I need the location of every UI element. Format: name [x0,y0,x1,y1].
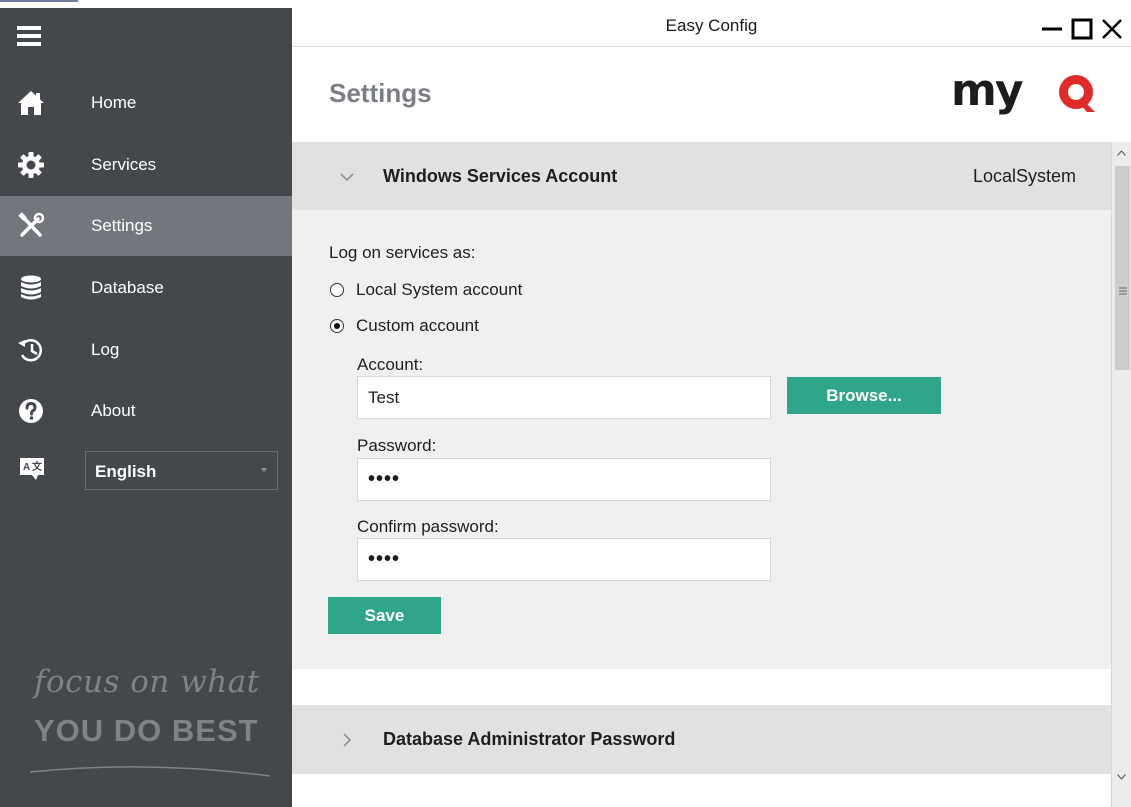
chevron-down-icon [340,173,354,182]
sidebar-item-settings[interactable]: Settings [0,196,292,256]
section-header-database-admin-password[interactable]: Database Administrator Password [292,705,1111,774]
translate-icon: A 文 [20,458,44,480]
language-select[interactable]: English [85,451,278,490]
svg-text:文: 文 [32,460,43,473]
sidebar-item-about[interactable]: About [0,381,292,441]
title-bar: Easy Config [292,0,1131,47]
home-icon [18,91,44,115]
section-header-windows-services-account[interactable]: Windows Services Account LocalSystem [292,142,1111,210]
sidebar-item-label: Log [91,340,120,359]
database-icon [21,275,41,300]
slogan-line-2: YOU DO BEST [34,713,259,748]
sidebar-item-log[interactable]: Log [0,320,292,380]
confirm-password-field[interactable]: •••• [357,538,771,581]
section-divider [292,669,1111,705]
page-title: Settings [329,78,432,108]
sidebar-item-services[interactable]: Services [0,135,292,195]
password-field[interactable]: •••• [357,458,771,501]
language-value: English [95,462,157,481]
sidebar-item-label: Services [91,155,157,174]
sidebar-top-strip [0,0,292,8]
question-icon [19,399,43,423]
sidebar-item-label: Database [91,278,164,297]
window-title: Easy Config [665,16,758,35]
sidebar-item-label: Home [91,93,137,112]
svg-text:A: A [23,462,30,473]
svg-text:my: my [951,68,1023,116]
sidebar-item-label: Settings [91,216,153,235]
scroll-down-icon[interactable] [1117,774,1126,780]
chevron-right-icon [343,733,352,747]
myq-logo: my [951,68,1095,116]
hamburger-menu-icon[interactable] [17,26,41,46]
save-button[interactable]: Save [328,597,441,634]
account-input[interactable]: Test [357,376,771,419]
sidebar: Home Services Settings Database Log Abou… [0,0,292,807]
accent-line [0,0,78,2]
logon-label: Log on services as: [329,243,476,262]
radio-custom-account-label[interactable]: Custom account [356,316,479,336]
tools-icon [18,212,45,237]
radio-custom-account[interactable] [330,319,344,333]
gear-icon [18,152,44,178]
scrollbar-thumb[interactable] [1115,166,1130,370]
section-title: Database Administrator Password [383,729,676,749]
section-title: Windows Services Account [383,166,618,186]
history-icon [18,339,43,362]
slogan-line-1: focus on what [34,664,260,700]
chevron-down-icon [261,468,267,472]
password-label: Password: [357,436,437,455]
vertical-scrollbar[interactable] [1111,142,1131,807]
close-icon[interactable] [1101,18,1123,40]
grip-icon [1119,287,1127,295]
browse-button[interactable]: Browse... [787,377,941,414]
slogan-swoosh [30,766,270,777]
section-value: LocalSystem [972,166,1076,186]
maximize-icon[interactable] [1071,18,1093,40]
sidebar-item-label: About [91,401,136,420]
radio-local-system-label[interactable]: Local System account [356,280,522,300]
account-label: Account: [357,355,424,374]
radio-local-system[interactable] [330,283,344,297]
confirm-password-label: Confirm password: [357,517,499,536]
sidebar-item-home[interactable]: Home [0,73,292,133]
sidebar-item-database[interactable]: Database [0,258,292,318]
scroll-up-icon[interactable] [1117,150,1126,156]
minimize-icon[interactable] [1041,18,1063,40]
